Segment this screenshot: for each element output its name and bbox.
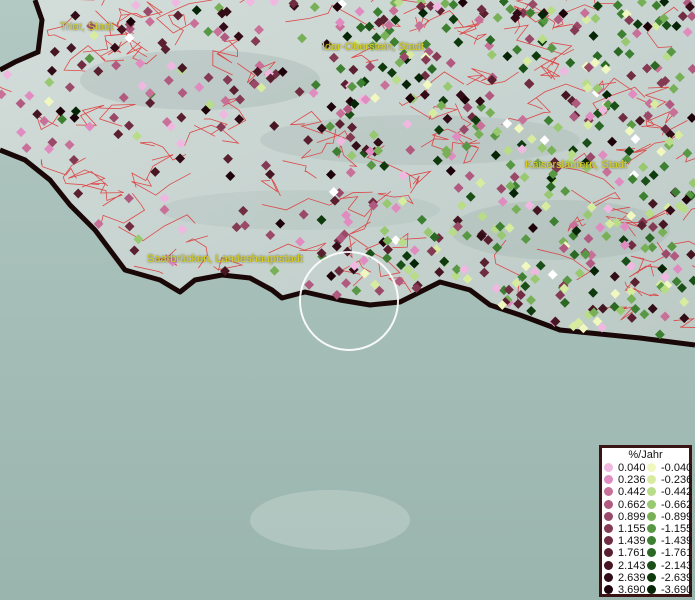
legend-panel: %/Jahr 0.040 -0.040 0.236 -0.236 0.442 -0.442… [599,445,692,597]
legend-value: -0.442 [661,486,693,499]
legend-value: -0.236 [661,474,693,487]
legend-value: 3.690 [618,584,646,596]
city-label-kaiserslautern: Kaiserslautern, Stadt [525,159,628,171]
legend-swatch [647,572,656,582]
legend-value: 1.439 [618,535,646,548]
legend-swatch [647,511,656,521]
legend-swatch [604,511,613,521]
legend-title: %/Jahr [628,449,663,461]
legend-swatch [647,487,656,497]
city-label-trier: Trier, Stadt [60,21,114,33]
legend-swatch [647,524,656,533]
legend-value: -0.899 [661,510,693,523]
legend-value: 0.040 [618,462,646,474]
city-label-saarbruecken: Saarbrücken, Landeshauptstadt [147,253,303,265]
legend-value: 0.442 [618,486,646,499]
legend-swatch [604,475,613,485]
legend-swatch [647,548,656,558]
legend-swatch [647,560,656,570]
legend-swatch [647,536,656,546]
legend-value: 0.899 [618,510,646,523]
legend-swatch [647,585,656,594]
legend-swatch [604,524,613,533]
legend-value: -2.143 [661,559,693,572]
legend-value: 0.662 [618,498,646,511]
legend-value: 1.761 [618,547,646,560]
legend-swatch [604,463,613,472]
legend-value: 2.639 [618,571,646,584]
legend-value: -2.639 [661,571,693,584]
legend-swatch [604,572,613,582]
legend-value: -0.040 [661,462,693,474]
map-canvas[interactable] [0,0,695,600]
legend-value: -1.439 [661,535,693,548]
legend-swatch [604,548,613,558]
city-label-idar-oberstein: Idar-Oberstein, Stadt [322,41,425,53]
legend-value: -3.690 [661,584,693,596]
legend-value: -0.662 [661,498,693,511]
legend-value: 1.155 [618,523,646,535]
legend-value: -1.155 [661,523,693,535]
legend-swatch [604,536,613,546]
legend-value: -1.761 [661,547,693,560]
legend-value: 0.236 [618,474,646,487]
legend-swatch [647,475,656,485]
legend-swatch [604,487,613,497]
legend-swatch [604,499,613,509]
legend-swatch [604,560,613,570]
legend-swatch [604,585,613,594]
legend-value: 2.143 [618,559,646,572]
legend-swatch [647,499,656,509]
legend-swatch [647,463,656,472]
